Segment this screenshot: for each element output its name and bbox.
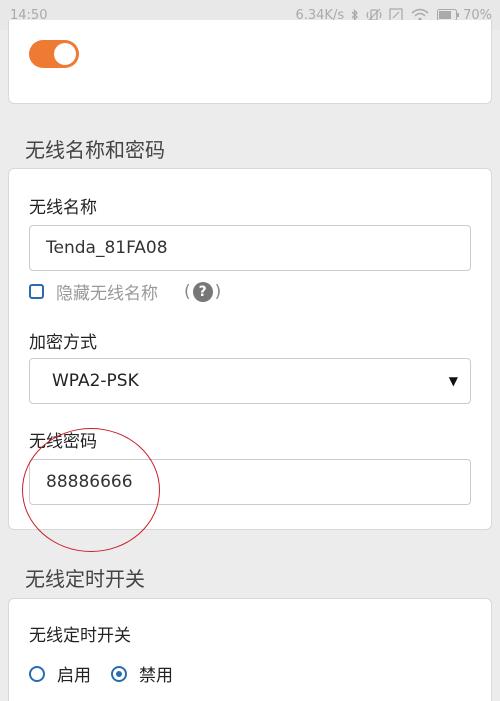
timer-radio-group: 启用 禁用	[29, 661, 193, 686]
hide-ssid-row: 隐藏无线名称 (?)	[29, 279, 221, 304]
encryption-label: 加密方式	[29, 333, 97, 353]
wireless-enable-toggle[interactable]	[29, 40, 79, 68]
section-title-timer: 无线定时开关	[25, 567, 145, 591]
ssid-label: 无线名称	[29, 198, 97, 218]
annotation-circle	[22, 428, 160, 552]
ssid-input[interactable]: Tenda_81FA08	[29, 225, 471, 271]
encryption-select[interactable]: WPA2-PSK ▼	[29, 358, 471, 404]
dropdown-arrow-icon: ▼	[448, 374, 458, 388]
timer-label: 无线定时开关	[29, 626, 131, 646]
hide-ssid-label: 隐藏无线名称	[56, 284, 158, 304]
encryption-selected-value: WPA2-PSK	[52, 371, 139, 391]
help-icon[interactable]: (?)	[184, 281, 221, 302]
timer-enable-radio[interactable]	[29, 665, 45, 682]
timer-disable-radio[interactable]	[111, 665, 127, 682]
timer-enable-label: 启用	[57, 666, 91, 686]
wireless-enable-card	[8, 20, 492, 104]
timer-card: 无线定时开关 启用 禁用	[8, 598, 492, 701]
timer-disable-label: 禁用	[139, 666, 173, 686]
hide-ssid-checkbox[interactable]	[29, 284, 44, 299]
section-title-name-password: 无线名称和密码	[25, 138, 165, 162]
